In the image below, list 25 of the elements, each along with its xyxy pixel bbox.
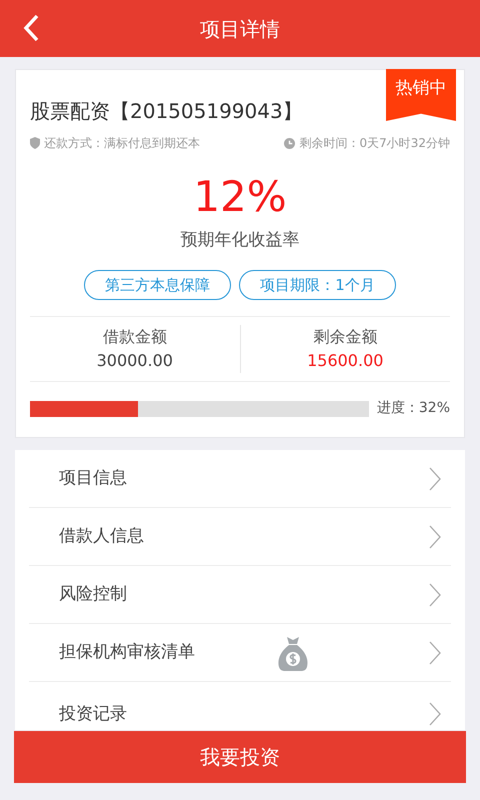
feature-tag: 第三方本息保障: [84, 270, 232, 300]
repayment-method: 还款方式：满标付息到期还本: [44, 135, 200, 152]
amount-value: 30000.00: [96, 350, 173, 372]
feature-tag: 项目期限：1个月: [239, 270, 396, 300]
page-title: 项目详情: [200, 16, 280, 42]
chevron-right-icon: [429, 582, 441, 607]
back-icon: [22, 14, 40, 42]
money-bag-icon: [277, 634, 309, 671]
chevron-right-icon: [429, 702, 441, 726]
amount-label: 剩余金额: [313, 326, 378, 348]
chevron-right-icon: [429, 640, 441, 665]
clock-icon: [284, 138, 296, 148]
rate-label: 预期年化收益率: [180, 230, 300, 250]
annual-rate: 12%: [193, 174, 287, 220]
shield-icon: [30, 137, 40, 149]
amount-label: 借款金额: [102, 326, 167, 348]
progress-label: 进度：32%: [376, 399, 450, 418]
project-name: 股票配资【201505199043】: [30, 98, 303, 125]
amount-value: 15600.00: [307, 350, 384, 372]
back-button[interactable]: [22, 14, 40, 42]
hot-sale-ribbon: 热销中: [386, 69, 456, 121]
remaining-time: 剩余时间：0天7小时32分钟: [299, 135, 450, 152]
invest-button[interactable]: 我要投资: [14, 731, 466, 783]
chevron-right-icon: [429, 524, 441, 549]
chevron-right-icon: [429, 466, 441, 491]
